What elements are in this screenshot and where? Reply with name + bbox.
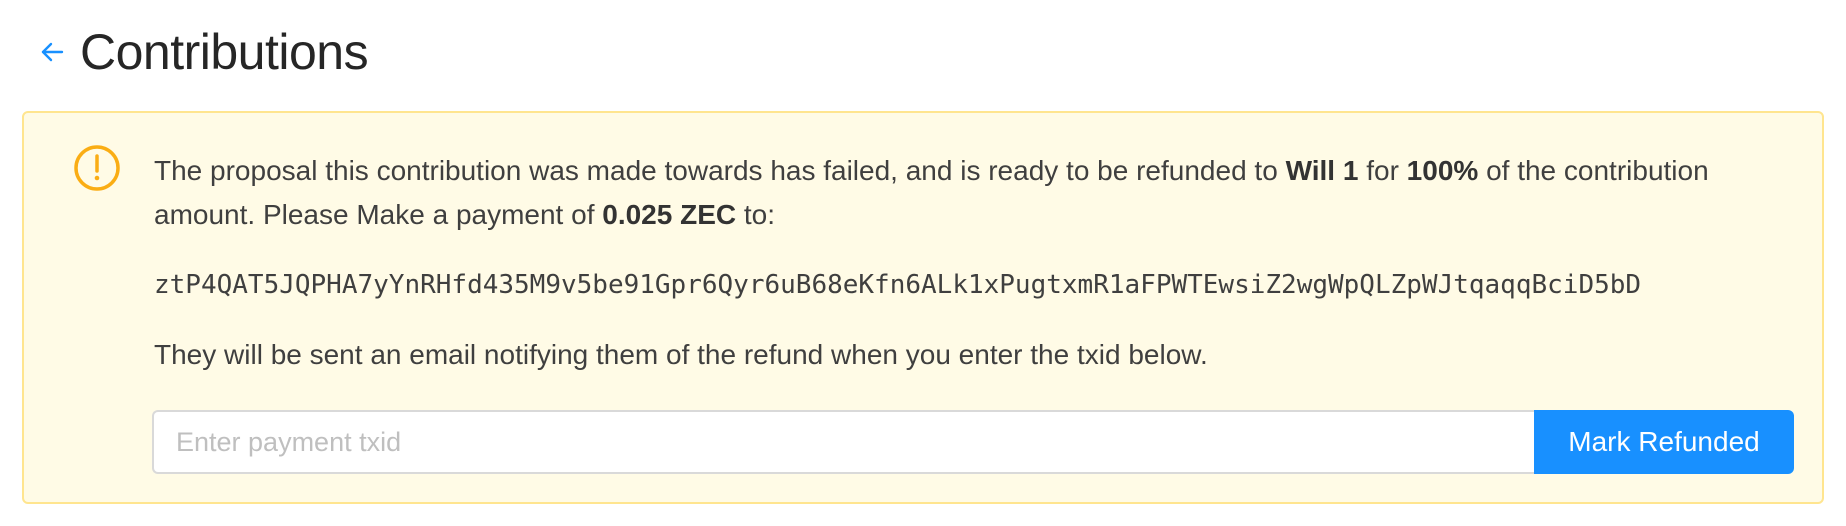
payment-address: ztP4QAT5JQPHA7yYnRHfd435M9v5be91Gpr6Qyr6… bbox=[154, 270, 1642, 300]
message-text: to: bbox=[736, 199, 776, 230]
refund-percent: 100% bbox=[1406, 155, 1479, 186]
txid-input[interactable] bbox=[152, 410, 1534, 474]
recipient-name: Will 1 bbox=[1285, 155, 1359, 186]
message-text: for bbox=[1358, 155, 1407, 186]
alert-body: The proposal this contribution was made … bbox=[154, 149, 1804, 377]
exclamation-circle-icon bbox=[74, 145, 120, 191]
txid-form: Mark Refunded bbox=[152, 410, 1794, 474]
arrow-left-icon bbox=[41, 42, 64, 62]
mark-refunded-button[interactable]: Mark Refunded bbox=[1534, 410, 1794, 474]
refund-note: They will be sent an email notifying the… bbox=[154, 339, 1208, 370]
page-title: Contributions bbox=[80, 24, 369, 80]
page-header: Contributions bbox=[0, 0, 1846, 108]
back-button[interactable] bbox=[38, 38, 66, 66]
message-text: The proposal this contribution was made … bbox=[154, 155, 1286, 186]
refund-amount: 0.025 ZEC bbox=[602, 199, 737, 230]
refund-message: The proposal this contribution was made … bbox=[154, 149, 1804, 237]
